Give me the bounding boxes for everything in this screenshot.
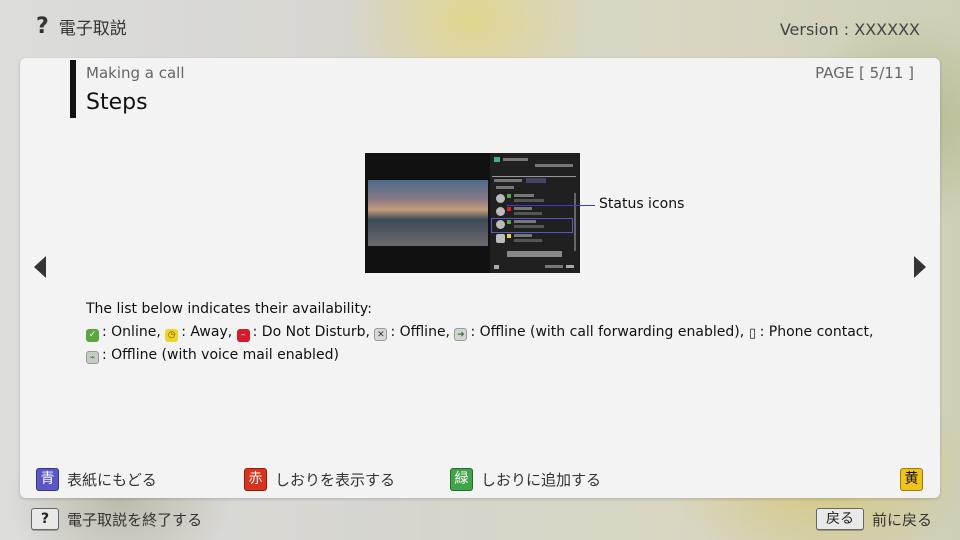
status-icons-callout: Status icons bbox=[599, 196, 685, 212]
exit-manual-button[interactable]: ? 電子取説を終了する bbox=[31, 508, 202, 530]
status-dnd-label: : Do Not Disturb, bbox=[252, 324, 375, 340]
green-key-icon: 緑 bbox=[450, 468, 473, 491]
section-title: Making a call bbox=[86, 64, 185, 82]
status-dnd-icon: – bbox=[236, 329, 250, 342]
back-button[interactable]: 戻る 前に戻る bbox=[815, 508, 932, 530]
blue-key-icon: 青 bbox=[36, 468, 59, 491]
exit-manual-label: 電子取説を終了する bbox=[67, 510, 203, 529]
screenshot-figure bbox=[365, 153, 580, 273]
red-key-icon: 赤 bbox=[244, 468, 267, 491]
status-legend: ✓: Online, ◷: Away, –: Do Not Disturb, ✕… bbox=[86, 321, 886, 367]
version-label: Version : XXXXXX bbox=[779, 20, 920, 39]
status-phone-contact-label: : Phone contact, bbox=[759, 324, 874, 340]
content-panel: Making a call Steps PAGE [ 5/11 ] Status… bbox=[20, 58, 940, 498]
page-indicator: PAGE [ 5/11 ] bbox=[815, 64, 914, 82]
yellow-button[interactable]: 黄 bbox=[900, 468, 923, 491]
status-offline-label: : Offline, bbox=[390, 324, 455, 340]
page-heading: Steps bbox=[86, 90, 148, 115]
status-offline-forwarding-icon: ➜ bbox=[454, 328, 468, 341]
back-label: 前に戻る bbox=[871, 510, 932, 529]
green-button-add-bookmark[interactable]: 緑 しおりに追加する bbox=[450, 468, 601, 491]
status-offline-forwarding-label: : Offline (with call forwarding enabled)… bbox=[470, 324, 749, 340]
status-away-label: : Away, bbox=[181, 324, 237, 340]
video-preview-image bbox=[368, 180, 488, 246]
status-phone-contact-icon: ▯ bbox=[749, 326, 757, 341]
status-online-label: : Online, bbox=[102, 324, 166, 340]
description-lead: The list below indicates their availabil… bbox=[86, 301, 372, 317]
app-title: 電子取説 bbox=[58, 19, 127, 39]
green-button-label: しおりに追加する bbox=[481, 471, 602, 489]
next-page-arrow-icon[interactable] bbox=[914, 256, 926, 278]
red-button-label: しおりを表示する bbox=[275, 471, 396, 489]
title-accent-bar bbox=[70, 60, 76, 118]
status-online-icon: ✓ bbox=[86, 329, 99, 342]
back-key-icon: 戻る bbox=[815, 508, 864, 530]
help-key-icon: ? bbox=[31, 508, 60, 530]
status-offline-voicemail-icon: ⌁ bbox=[86, 351, 99, 364]
callout-line bbox=[507, 205, 595, 206]
header-help: ? 電子取説 bbox=[36, 14, 127, 39]
status-offline-icon: ✕ bbox=[374, 328, 388, 341]
status-away-icon: ◷ bbox=[165, 329, 179, 342]
previous-page-arrow-icon[interactable] bbox=[34, 256, 46, 278]
help-icon: ? bbox=[36, 14, 49, 39]
contact-list-panel bbox=[490, 153, 580, 273]
blue-button-cover[interactable]: 青 表紙にもどる bbox=[36, 468, 157, 491]
blue-button-label: 表紙にもどる bbox=[67, 471, 157, 489]
status-offline-voicemail-label: : Offline (with voice mail enabled) bbox=[102, 347, 339, 363]
availability-description: The list below indicates their availabil… bbox=[86, 298, 886, 367]
yellow-key-icon: 黄 bbox=[900, 468, 923, 491]
red-button-bookmarks[interactable]: 赤 しおりを表示する bbox=[244, 468, 395, 491]
